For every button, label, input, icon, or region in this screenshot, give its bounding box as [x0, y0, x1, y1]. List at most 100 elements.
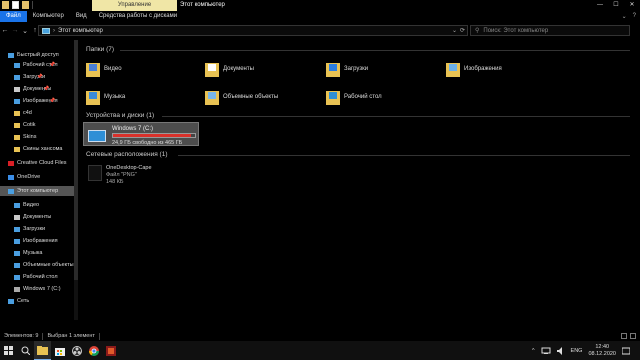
window-controls: — ☐ ✕ [592, 0, 640, 11]
properties-icon[interactable] [12, 1, 19, 9]
minimize-button[interactable]: — [592, 0, 608, 11]
window-title: Этот компьютер [180, 2, 225, 8]
tab-computer[interactable]: Компьютер [27, 11, 70, 22]
network-icon[interactable] [541, 347, 551, 355]
quick-access-toolbar [2, 1, 33, 9]
sidebar-item-label: Creative Cloud Files [17, 160, 67, 166]
item-count: Элементов: 9 [4, 333, 39, 339]
maximize-button[interactable]: ☐ [608, 0, 624, 11]
hard-drive-icon [88, 130, 106, 142]
sidebar-item[interactable]: Creative Cloud Files [0, 158, 67, 168]
desktop-icon [14, 62, 20, 68]
close-button[interactable]: ✕ [624, 0, 640, 11]
address-path[interactable]: Этот компьютер [58, 28, 103, 34]
folder-badge [89, 92, 97, 99]
folder-badge [329, 92, 337, 99]
sidebar-item[interactable]: Рабочий стол 📌 [0, 60, 58, 70]
start-button[interactable] [0, 341, 17, 360]
pin-icon[interactable]: 📌 [49, 62, 55, 68]
sidebar-item[interactable]: Документы 📌 [0, 84, 51, 94]
taskbar-obs-button[interactable] [68, 341, 85, 360]
large-icons-view-icon[interactable] [630, 333, 636, 339]
scrollbar-thumb[interactable] [74, 40, 78, 280]
status-bar: Элементов: 9 Выбран 1 элемент [0, 331, 640, 341]
tray-overflow-icon[interactable]: ^ [532, 348, 535, 354]
address-bar[interactable]: › Этот компьютер ⌄ ⟳ [38, 25, 468, 36]
search-input[interactable]: ⚲ Поиск: Этот компьютер [470, 25, 630, 36]
taskbar-chrome-button[interactable] [85, 341, 102, 360]
details-view-icon[interactable] [621, 333, 627, 339]
tab-view[interactable]: Вид [70, 11, 93, 22]
sidebar-item[interactable]: Windows 7 (C:) [0, 284, 61, 294]
group-header-folders[interactable]: Папки (7) [86, 46, 114, 53]
chevron-right-icon[interactable]: › [53, 28, 55, 34]
folder-item[interactable]: Загрузки [326, 58, 368, 80]
folder-item[interactable]: Документы [205, 58, 254, 80]
folder-label: Загрузки [344, 66, 369, 72]
sidebar-item-label: Рабочий стол [23, 274, 58, 280]
group-header-devices[interactable]: Устройства и диски (1) [86, 112, 154, 119]
pin-icon[interactable]: 📌 [49, 98, 55, 104]
folder-item[interactable]: Музыка [86, 86, 125, 108]
desktop-folder-icon [326, 89, 340, 105]
drive-item-c[interactable]: Windows 7 (C:) 24,9 ГБ свободно из 465 Г… [83, 122, 199, 146]
sidebar-item[interactable]: Объемные объекты [0, 260, 74, 270]
group-header-network[interactable]: Сетевые расположения (1) [86, 151, 168, 158]
view-switcher [621, 333, 636, 339]
taskbar-store-button[interactable] [51, 341, 68, 360]
sidebar-item[interactable]: Загрузки [0, 224, 45, 234]
pin-icon[interactable]: 📌 [37, 74, 43, 80]
sidebar-item[interactable]: OneDrive [0, 172, 40, 182]
taskbar-app-button[interactable] [102, 341, 119, 360]
clock[interactable]: 12:40 08.12.2020 [588, 344, 616, 358]
sidebar-item[interactable]: Изображения [0, 236, 58, 246]
pin-icon[interactable]: 📌 [43, 86, 49, 92]
sidebar-item[interactable]: Рабочий стол [0, 272, 58, 282]
sidebar-scrollbar[interactable] [74, 40, 78, 320]
sidebar-item[interactable]: Быстрый доступ [0, 50, 59, 60]
tab-drive-tools[interactable]: Средства работы с дисками [93, 11, 183, 22]
taskbar-search-button[interactable] [17, 341, 34, 360]
sidebar-item[interactable]: Cotik [0, 120, 36, 130]
language-indicator[interactable]: ENG [571, 348, 583, 354]
chevron-down-icon[interactable]: ⌄ [452, 27, 457, 34]
sidebar-item[interactable]: Загрузки 📌 [0, 72, 45, 82]
recent-locations-button[interactable]: ⌄ [20, 27, 30, 35]
network-item-size: 148 КБ [106, 179, 124, 185]
tab-file[interactable]: Файл [0, 11, 27, 22]
folder-item[interactable]: Объемные объекты [205, 86, 278, 108]
sidebar-item[interactable]: Видео [0, 200, 39, 210]
explorer-icon [37, 345, 48, 355]
manage-tab[interactable]: Управление [92, 0, 177, 11]
help-icon[interactable]: ? [633, 13, 636, 20]
folder-item[interactable]: Видео [86, 58, 122, 80]
sidebar-item[interactable]: c4d [0, 108, 32, 118]
folder-badge [89, 64, 97, 71]
notifications-icon[interactable] [622, 347, 630, 355]
taskbar-explorer-button[interactable] [34, 341, 51, 360]
refresh-icon[interactable]: ⟳ [460, 27, 465, 34]
sidebar-item[interactable]: Сеть [0, 296, 29, 306]
sidebar-item[interactable]: Музыка [0, 248, 42, 258]
back-button[interactable]: ← [0, 27, 10, 34]
sidebar-item[interactable]: Этот компьютер [0, 186, 74, 196]
collapse-ribbon-icon[interactable]: ⌄ [622, 13, 627, 20]
navigation-bar: ← → ⌄ ↑ › Этот компьютер ⌄ ⟳ ⚲ Поиск: Эт… [0, 23, 640, 38]
sidebar-item[interactable]: Изображения 📌 [0, 96, 58, 106]
sidebar-item[interactable]: Скины хансома [0, 144, 62, 154]
forward-button[interactable]: → [10, 27, 20, 34]
network-item-name: OneDesktop-Cape [106, 165, 152, 171]
sidebar-item-label: Музыка [23, 250, 43, 256]
new-folder-icon[interactable] [22, 1, 29, 9]
folder-item[interactable]: Изображения [446, 58, 502, 80]
clock-time: 12:40 [595, 343, 610, 350]
sidebar-item[interactable]: Skins [0, 132, 36, 142]
ribbon-controls: ⌄ ? [622, 13, 636, 20]
sidebar-item[interactable]: Документы [0, 212, 51, 222]
divider [120, 50, 630, 51]
system-tray: ^ ENG 12:40 08.12.2020 [532, 341, 640, 360]
folder-item[interactable]: Рабочий стол [326, 86, 382, 108]
volume-icon[interactable] [556, 346, 565, 355]
sidebar-item-label: Skins [23, 134, 37, 140]
folder-icon[interactable] [2, 1, 9, 9]
